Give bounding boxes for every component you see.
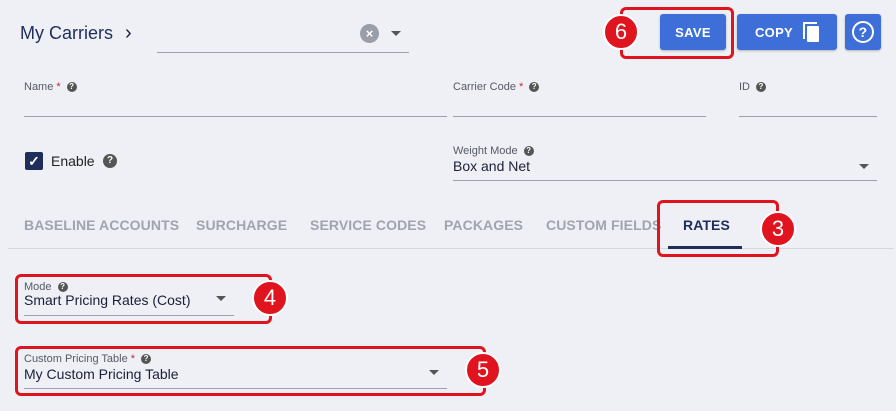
help-button[interactable]: ? <box>845 14 881 50</box>
help-icon[interactable]: ? <box>103 154 117 168</box>
help-icon[interactable]: ? <box>529 82 540 92</box>
chevron-down-icon[interactable] <box>859 164 869 169</box>
weight-mode-label: Weight Mode ? <box>453 145 534 157</box>
carrier-code-label-text: Carrier Code <box>453 81 516 93</box>
pricing-table-highlight-box <box>15 346 486 396</box>
tab-packages[interactable]: PACKAGES <box>444 217 523 233</box>
enable-label: Enable <box>51 153 95 169</box>
help-icon[interactable]: ? <box>66 82 77 92</box>
copy-icon <box>803 22 820 42</box>
help-icon: ? <box>852 21 874 43</box>
annotation-badge-6: 6 <box>603 14 639 50</box>
weight-mode-value: Box and Net <box>453 158 531 174</box>
help-icon[interactable]: ? <box>523 146 534 156</box>
chevron-down-icon[interactable] <box>391 31 401 36</box>
tab-surcharge[interactable]: SURCHARGE <box>196 217 287 233</box>
tab-baseline-accounts[interactable]: BASELINE ACCOUNTS <box>24 217 179 233</box>
name-field[interactable] <box>24 96 447 117</box>
tab-custom-fields[interactable]: CUSTOM FIELDS <box>546 217 661 233</box>
weight-mode-select[interactable]: Box and Net <box>453 158 877 181</box>
copy-button-label: COPY <box>754 24 794 40</box>
annotation-badge-3: 3 <box>760 211 796 247</box>
id-label-text: ID <box>739 81 750 93</box>
id-field <box>739 96 877 117</box>
carrier-code-label: Carrier Code * ? <box>453 81 540 93</box>
clear-icon[interactable]: × <box>360 24 379 43</box>
enable-checkbox[interactable]: ✓ <box>25 152 43 170</box>
mode-highlight-box <box>15 274 272 324</box>
carrier-code-field[interactable] <box>453 96 706 117</box>
chevron-right-icon: › <box>125 22 132 44</box>
id-label: ID ? <box>739 81 766 93</box>
tab-service-codes[interactable]: SERVICE CODES <box>310 217 426 233</box>
required-mark: * <box>56 81 61 93</box>
weight-mode-label-text: Weight Mode <box>453 145 518 157</box>
required-mark: * <box>518 81 524 93</box>
carrier-select[interactable]: × <box>157 16 409 53</box>
name-label: Name * ? <box>24 81 77 93</box>
name-label-text: Name <box>24 81 54 93</box>
annotation-badge-4: 4 <box>252 280 288 316</box>
help-icon[interactable]: ? <box>756 82 766 92</box>
copy-button[interactable]: COPY <box>737 14 837 50</box>
annotation-badge-5: 5 <box>465 352 501 388</box>
breadcrumb-title[interactable]: My Carriers <box>20 23 113 44</box>
breadcrumb[interactable]: My Carriers › <box>20 22 132 45</box>
